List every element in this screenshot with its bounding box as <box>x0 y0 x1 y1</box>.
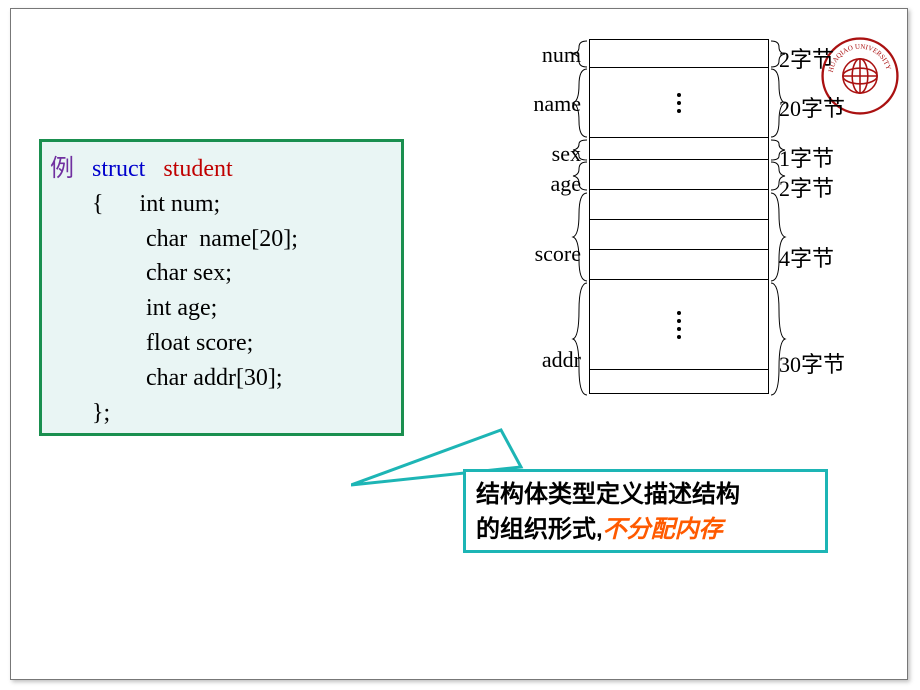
mem-row-addr-pad <box>590 370 768 394</box>
field-size-sex: 1字节 <box>779 141 869 173</box>
brace-left-icon <box>571 191 591 283</box>
code-line-header: 例 struct student <box>50 152 393 187</box>
mem-row-name <box>590 68 768 138</box>
field-label-addr: addr <box>511 347 581 373</box>
field-size-score: 4字节 <box>779 241 869 273</box>
field-label-score: score <box>511 241 581 267</box>
mem-row-score-top <box>590 190 768 220</box>
mem-row-score-bot <box>590 220 768 250</box>
field-label-sex: sex <box>511 141 581 167</box>
code-line: char addr[30]; <box>50 361 393 396</box>
field-label-age: age <box>511 171 581 197</box>
ellipsis-icon <box>677 93 681 113</box>
struct-keyword: struct <box>92 156 145 182</box>
field-size-age: 2字节 <box>779 171 869 203</box>
memory-layout-table <box>589 39 769 394</box>
field-label-name: name <box>511 91 581 117</box>
example-label: 例 <box>50 156 74 182</box>
mem-row-num <box>590 40 768 68</box>
brace-left-icon <box>571 281 591 397</box>
field-label-num: num <box>511 42 581 68</box>
mem-row-sex <box>590 138 768 160</box>
mem-row-addr <box>590 280 768 370</box>
code-line: int age; <box>50 291 393 326</box>
field-size-name: 20字节 <box>779 91 869 123</box>
ellipsis-icon <box>677 311 681 339</box>
struct-name: student <box>163 156 232 182</box>
field-size-addr: 30字节 <box>779 347 869 379</box>
code-line-open: { int num; <box>50 187 393 222</box>
note-highlight: 不分配内存 <box>603 516 723 543</box>
note-line-1: 结构体类型定义描述结构 <box>476 478 815 513</box>
code-line: char name[20]; <box>50 222 393 257</box>
note-callout-box: 结构体类型定义描述结构 的组织形式,不分配内存 <box>463 469 828 553</box>
code-line: char sex; <box>50 256 393 291</box>
slide-frame: HUAQIAO UNIVERSITY 例 struct student { in… <box>10 8 908 680</box>
code-line: float score; <box>50 326 393 361</box>
code-example-box: 例 struct student { int num; char name[20… <box>39 139 404 436</box>
brace-right-icon <box>767 281 787 397</box>
note-line-2: 的组织形式,不分配内存 <box>476 513 815 548</box>
code-line-close: }; <box>50 396 393 431</box>
mem-row-score-pad <box>590 250 768 280</box>
mem-row-age <box>590 160 768 190</box>
field-size-num: 2字节 <box>779 42 869 74</box>
